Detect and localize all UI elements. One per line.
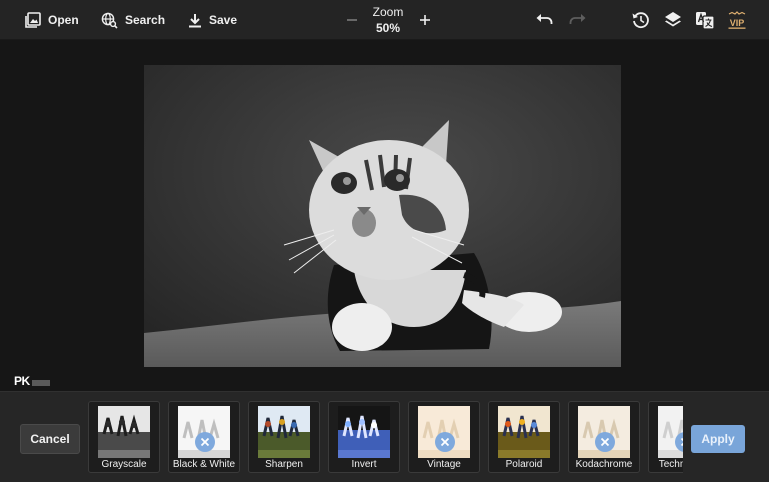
filter-thumbnail: [98, 406, 150, 458]
open-label: Open: [48, 13, 79, 27]
cancel-button[interactable]: Cancel: [20, 424, 80, 454]
watermark-sub-mark: [31, 380, 50, 386]
search-label: Search: [125, 13, 166, 27]
zoom-label: Zoom: [372, 5, 404, 19]
apply-button[interactable]: Apply: [691, 425, 745, 453]
filter-preview-invert: [338, 406, 390, 458]
image-icon: [25, 12, 41, 28]
filter-kodachrome[interactable]: Kodachrome: [568, 401, 640, 473]
filter-thumbnail: [338, 406, 390, 458]
vip-button[interactable]: VIP: [727, 10, 747, 30]
zoom-value: 50%: [375, 21, 401, 35]
filter-name: Technicolor: [658, 459, 683, 470]
filter-name: Invert: [351, 459, 377, 470]
canvas-area: PK: [0, 41, 769, 391]
save-button[interactable]: Save: [188, 0, 237, 40]
filter-vintage[interactable]: Vintage: [408, 401, 480, 473]
zoom-control: Zoom 50%: [340, 0, 436, 40]
edited-photo[interactable]: [144, 65, 621, 367]
watermark-text: PK: [14, 374, 30, 388]
zoom-out-icon[interactable]: [344, 12, 360, 28]
filter-preview-polaroid: [498, 406, 550, 458]
filter-name: Black & White: [172, 459, 236, 470]
filter-sharpen[interactable]: Sharpen: [248, 401, 320, 473]
vip-label: VIP: [730, 18, 745, 28]
redo-icon[interactable]: [567, 10, 587, 30]
vip-crown-icon: VIP: [728, 11, 746, 29]
filter-name: Vintage: [427, 459, 461, 470]
filter-polaroid[interactable]: Polaroid: [488, 401, 560, 473]
filter-invert[interactable]: Invert: [328, 401, 400, 473]
top-toolbar: Open Search Save Zoom 50% VIP: [0, 0, 769, 40]
layers-icon[interactable]: [663, 10, 683, 30]
filter-list: Grayscale Black & White Sharpen Invert V…: [88, 401, 683, 475]
filter-name: Grayscale: [101, 459, 147, 470]
save-label: Save: [209, 13, 238, 27]
filter-name: Kodachrome: [575, 459, 633, 470]
filter-preview-sharpen: [258, 406, 310, 458]
filter-thumbnail: [258, 406, 310, 458]
undo-icon[interactable]: [535, 10, 555, 30]
search-button[interactable]: Search: [101, 0, 165, 40]
unavailable-x-icon: [195, 432, 215, 452]
filter-bar: Cancel Grayscale Black & White Sharpen I…: [0, 391, 769, 482]
filter-name: Polaroid: [505, 459, 543, 470]
translate-icon[interactable]: [695, 10, 715, 30]
filter-name: Sharpen: [265, 459, 303, 470]
watermark-logo: PK: [14, 374, 50, 388]
unavailable-x-icon: [435, 432, 455, 452]
open-button[interactable]: Open: [25, 0, 79, 40]
filter-preview-grayscale: [98, 406, 150, 458]
filter-grayscale[interactable]: Grayscale: [88, 401, 160, 473]
filter-thumbnail: [498, 406, 550, 458]
zoom-in-icon[interactable]: [417, 12, 433, 28]
cat-photo-image: [144, 65, 621, 367]
filter-black-and-white[interactable]: Black & White: [168, 401, 240, 473]
globe-search-icon: [101, 12, 118, 29]
unavailable-x-icon: [595, 432, 615, 452]
download-icon: [189, 13, 201, 27]
filter-technicolor[interactable]: Technicolor: [648, 401, 683, 473]
history-icon[interactable]: [631, 10, 651, 30]
